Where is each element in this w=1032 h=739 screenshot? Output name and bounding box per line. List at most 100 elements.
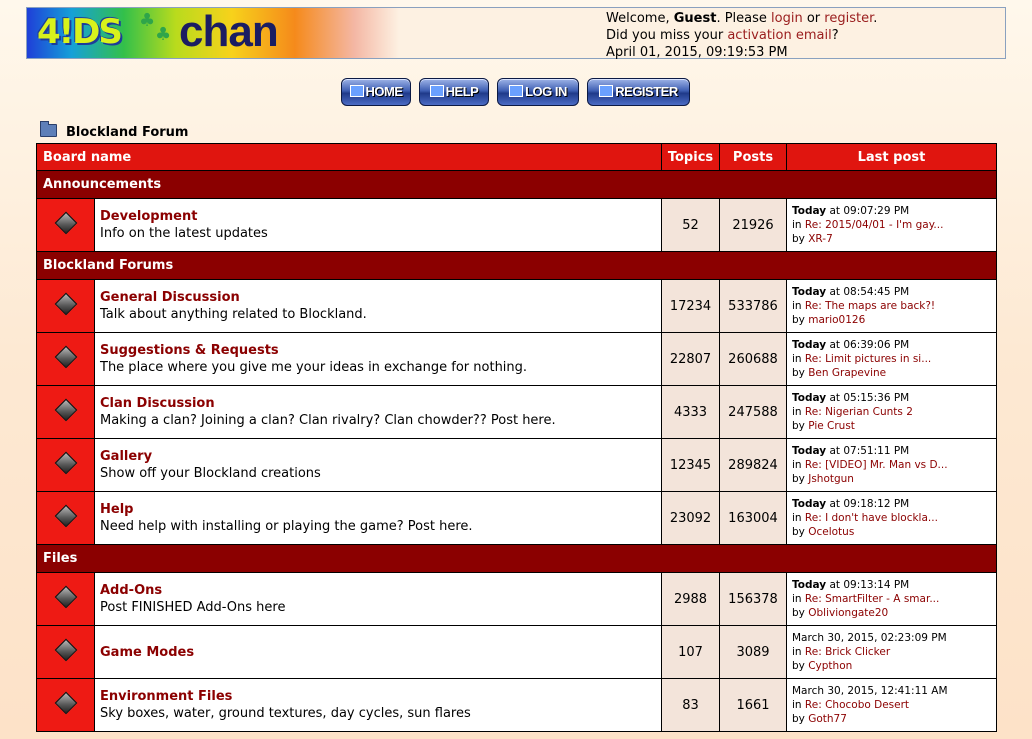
- board-status-icon[interactable]: [54, 504, 77, 528]
- last-post-author-link[interactable]: Ben Grapevine: [808, 367, 886, 379]
- board-status-icon[interactable]: [54, 211, 77, 235]
- last-post-topic-link[interactable]: Re: 2015/04/01 - I'm gay...: [805, 219, 944, 231]
- board-name-link[interactable]: Clan Discussion: [100, 395, 661, 412]
- last-post-topic-link[interactable]: Re: I don't have blockla...: [805, 512, 938, 524]
- board-topics-count: 83: [661, 678, 720, 732]
- welcome-text: . Please: [716, 11, 772, 26]
- board-status-cell: [36, 572, 95, 626]
- board-last-post: Today at 09:13:14 PM in Re: SmartFilter -…: [786, 572, 997, 626]
- board-row: Suggestions & Requests The place where yo…: [36, 332, 997, 386]
- board-status-cell: [36, 625, 95, 679]
- last-post-author-link[interactable]: Goth77: [808, 713, 847, 725]
- board-row: Development Info on the latest updates 52 2…: [36, 198, 997, 252]
- last-post-day: Today: [792, 339, 827, 351]
- category-row: Files: [36, 544, 997, 573]
- clover-icon: ♣: [155, 24, 172, 45]
- last-post-by-label: by: [792, 660, 809, 672]
- last-post-topic-link[interactable]: Re: Chocobo Desert: [805, 699, 909, 711]
- board-index-table: Board name Topics Posts Last post Announ…: [36, 143, 997, 732]
- board-name-link[interactable]: Game Modes: [100, 644, 661, 661]
- last-post-topic-link[interactable]: Re: SmartFilter - A smar...: [805, 593, 939, 605]
- last-post-time: at 09:07:29 PM: [826, 205, 910, 217]
- last-post-topic-link[interactable]: Re: Nigerian Cunts 2: [805, 406, 913, 418]
- last-post-author-link[interactable]: Ocelotus: [808, 526, 854, 538]
- board-status-cell: [36, 491, 95, 545]
- board-info: General Discussion Talk about anything re…: [94, 279, 662, 333]
- last-post-author-link[interactable]: mario0126: [808, 314, 865, 326]
- board-status-icon[interactable]: [54, 585, 77, 609]
- board-status-cell: [36, 385, 95, 439]
- last-post-day: Today: [792, 205, 827, 217]
- activation-email-link[interactable]: activation email: [727, 28, 831, 43]
- board-info: Suggestions & Requests The place where yo…: [94, 332, 662, 386]
- last-post-by-label: by: [792, 526, 809, 538]
- home-button-label: HOME: [365, 84, 404, 99]
- board-last-post: March 30, 2015, 12:41:11 AM in Re: Chocob…: [786, 678, 997, 732]
- home-button[interactable]: HOME: [341, 78, 411, 106]
- category-title[interactable]: Announcements: [36, 170, 997, 199]
- site-logo[interactable]: 4!DS ♣ ♣ chan: [27, 7, 399, 58]
- board-row: Game Modes 107 3089 March 30, 2015, 02:23:0…: [36, 625, 997, 679]
- last-post-topic-link[interactable]: Re: The maps are back?!: [805, 300, 935, 312]
- last-post-author-link[interactable]: Cypthon: [808, 660, 852, 672]
- col-header-topics: Topics: [661, 143, 720, 171]
- last-post-topic-link[interactable]: Re: Brick Clicker: [805, 646, 890, 658]
- board-name-link[interactable]: Add-Ons: [100, 582, 661, 599]
- board-status-cell: [36, 332, 95, 386]
- board-posts-count: 533786: [719, 279, 787, 333]
- board-name-link[interactable]: Environment Files: [100, 688, 661, 705]
- last-post-topic-link[interactable]: Re: Limit pictures in si...: [805, 353, 931, 365]
- board-topics-count: 17234: [661, 279, 720, 333]
- login-button[interactable]: LOG IN: [497, 78, 579, 106]
- board-last-post: Today at 05:15:36 PM in Re: Nigerian Cunt…: [786, 385, 997, 439]
- board-status-icon[interactable]: [54, 398, 77, 422]
- col-header-last-post: Last post: [786, 143, 997, 171]
- col-header-board: Board name: [36, 143, 662, 171]
- last-post-author-link[interactable]: Obliviongate20: [808, 607, 888, 619]
- last-post-by-label: by: [792, 607, 809, 619]
- board-name-link[interactable]: General Discussion: [100, 289, 661, 306]
- register-button[interactable]: REGISTER: [587, 78, 690, 106]
- board-status-icon[interactable]: [54, 638, 77, 662]
- board-name-link[interactable]: Development: [100, 208, 661, 225]
- last-post-in-label: in: [792, 646, 805, 658]
- board-name-link[interactable]: Gallery: [100, 448, 661, 465]
- last-post-author-link[interactable]: XR-7: [808, 233, 833, 245]
- activation-text: Did you miss your: [606, 28, 728, 43]
- board-status-icon[interactable]: [54, 451, 77, 475]
- board-status-cell: [36, 279, 95, 333]
- key-icon: [509, 85, 524, 97]
- board-name-link[interactable]: Suggestions & Requests: [100, 342, 661, 359]
- board-info: Clan Discussion Making a clan? Joining a …: [94, 385, 662, 439]
- activation-text: ?: [831, 28, 839, 43]
- folder-icon: [40, 121, 57, 137]
- last-post-in-label: in: [792, 699, 805, 711]
- welcome-text: .: [873, 11, 878, 26]
- board-status-icon[interactable]: [54, 345, 77, 369]
- last-post-time: at 05:15:36 PM: [826, 392, 910, 404]
- board-description: Sky boxes, water, ground textures, day c…: [100, 706, 471, 721]
- board-topics-count: 22807: [661, 332, 720, 386]
- breadcrumb-forum-link[interactable]: Blockland Forum: [66, 125, 188, 140]
- help-icon: [429, 85, 444, 97]
- last-post-in-label: in: [792, 353, 805, 365]
- clover-icon: ♣: [139, 10, 156, 31]
- category-title[interactable]: Blockland Forums: [36, 251, 997, 280]
- last-post-author-link[interactable]: Pie Crust: [808, 420, 855, 432]
- last-post-time: at 06:39:06 PM: [826, 339, 910, 351]
- board-topics-count: 23092: [661, 491, 720, 545]
- help-button[interactable]: HELP: [419, 78, 489, 106]
- last-post-by-label: by: [792, 713, 809, 725]
- login-link[interactable]: login: [771, 11, 803, 26]
- category-title[interactable]: Files: [36, 544, 997, 573]
- last-post-topic-link[interactable]: Re: [VIDEO] Mr. Man vs D...: [805, 459, 948, 471]
- last-post-in-label: in: [792, 593, 805, 605]
- board-status-icon[interactable]: [54, 691, 77, 715]
- board-posts-count: 163004: [719, 491, 787, 545]
- board-posts-count: 156378: [719, 572, 787, 626]
- last-post-author-link[interactable]: Jshotgun: [808, 473, 854, 485]
- register-link[interactable]: register: [824, 11, 873, 26]
- board-name-link[interactable]: Help: [100, 501, 661, 518]
- board-status-icon[interactable]: [54, 292, 77, 316]
- last-post-time: at 08:54:45 PM: [826, 286, 910, 298]
